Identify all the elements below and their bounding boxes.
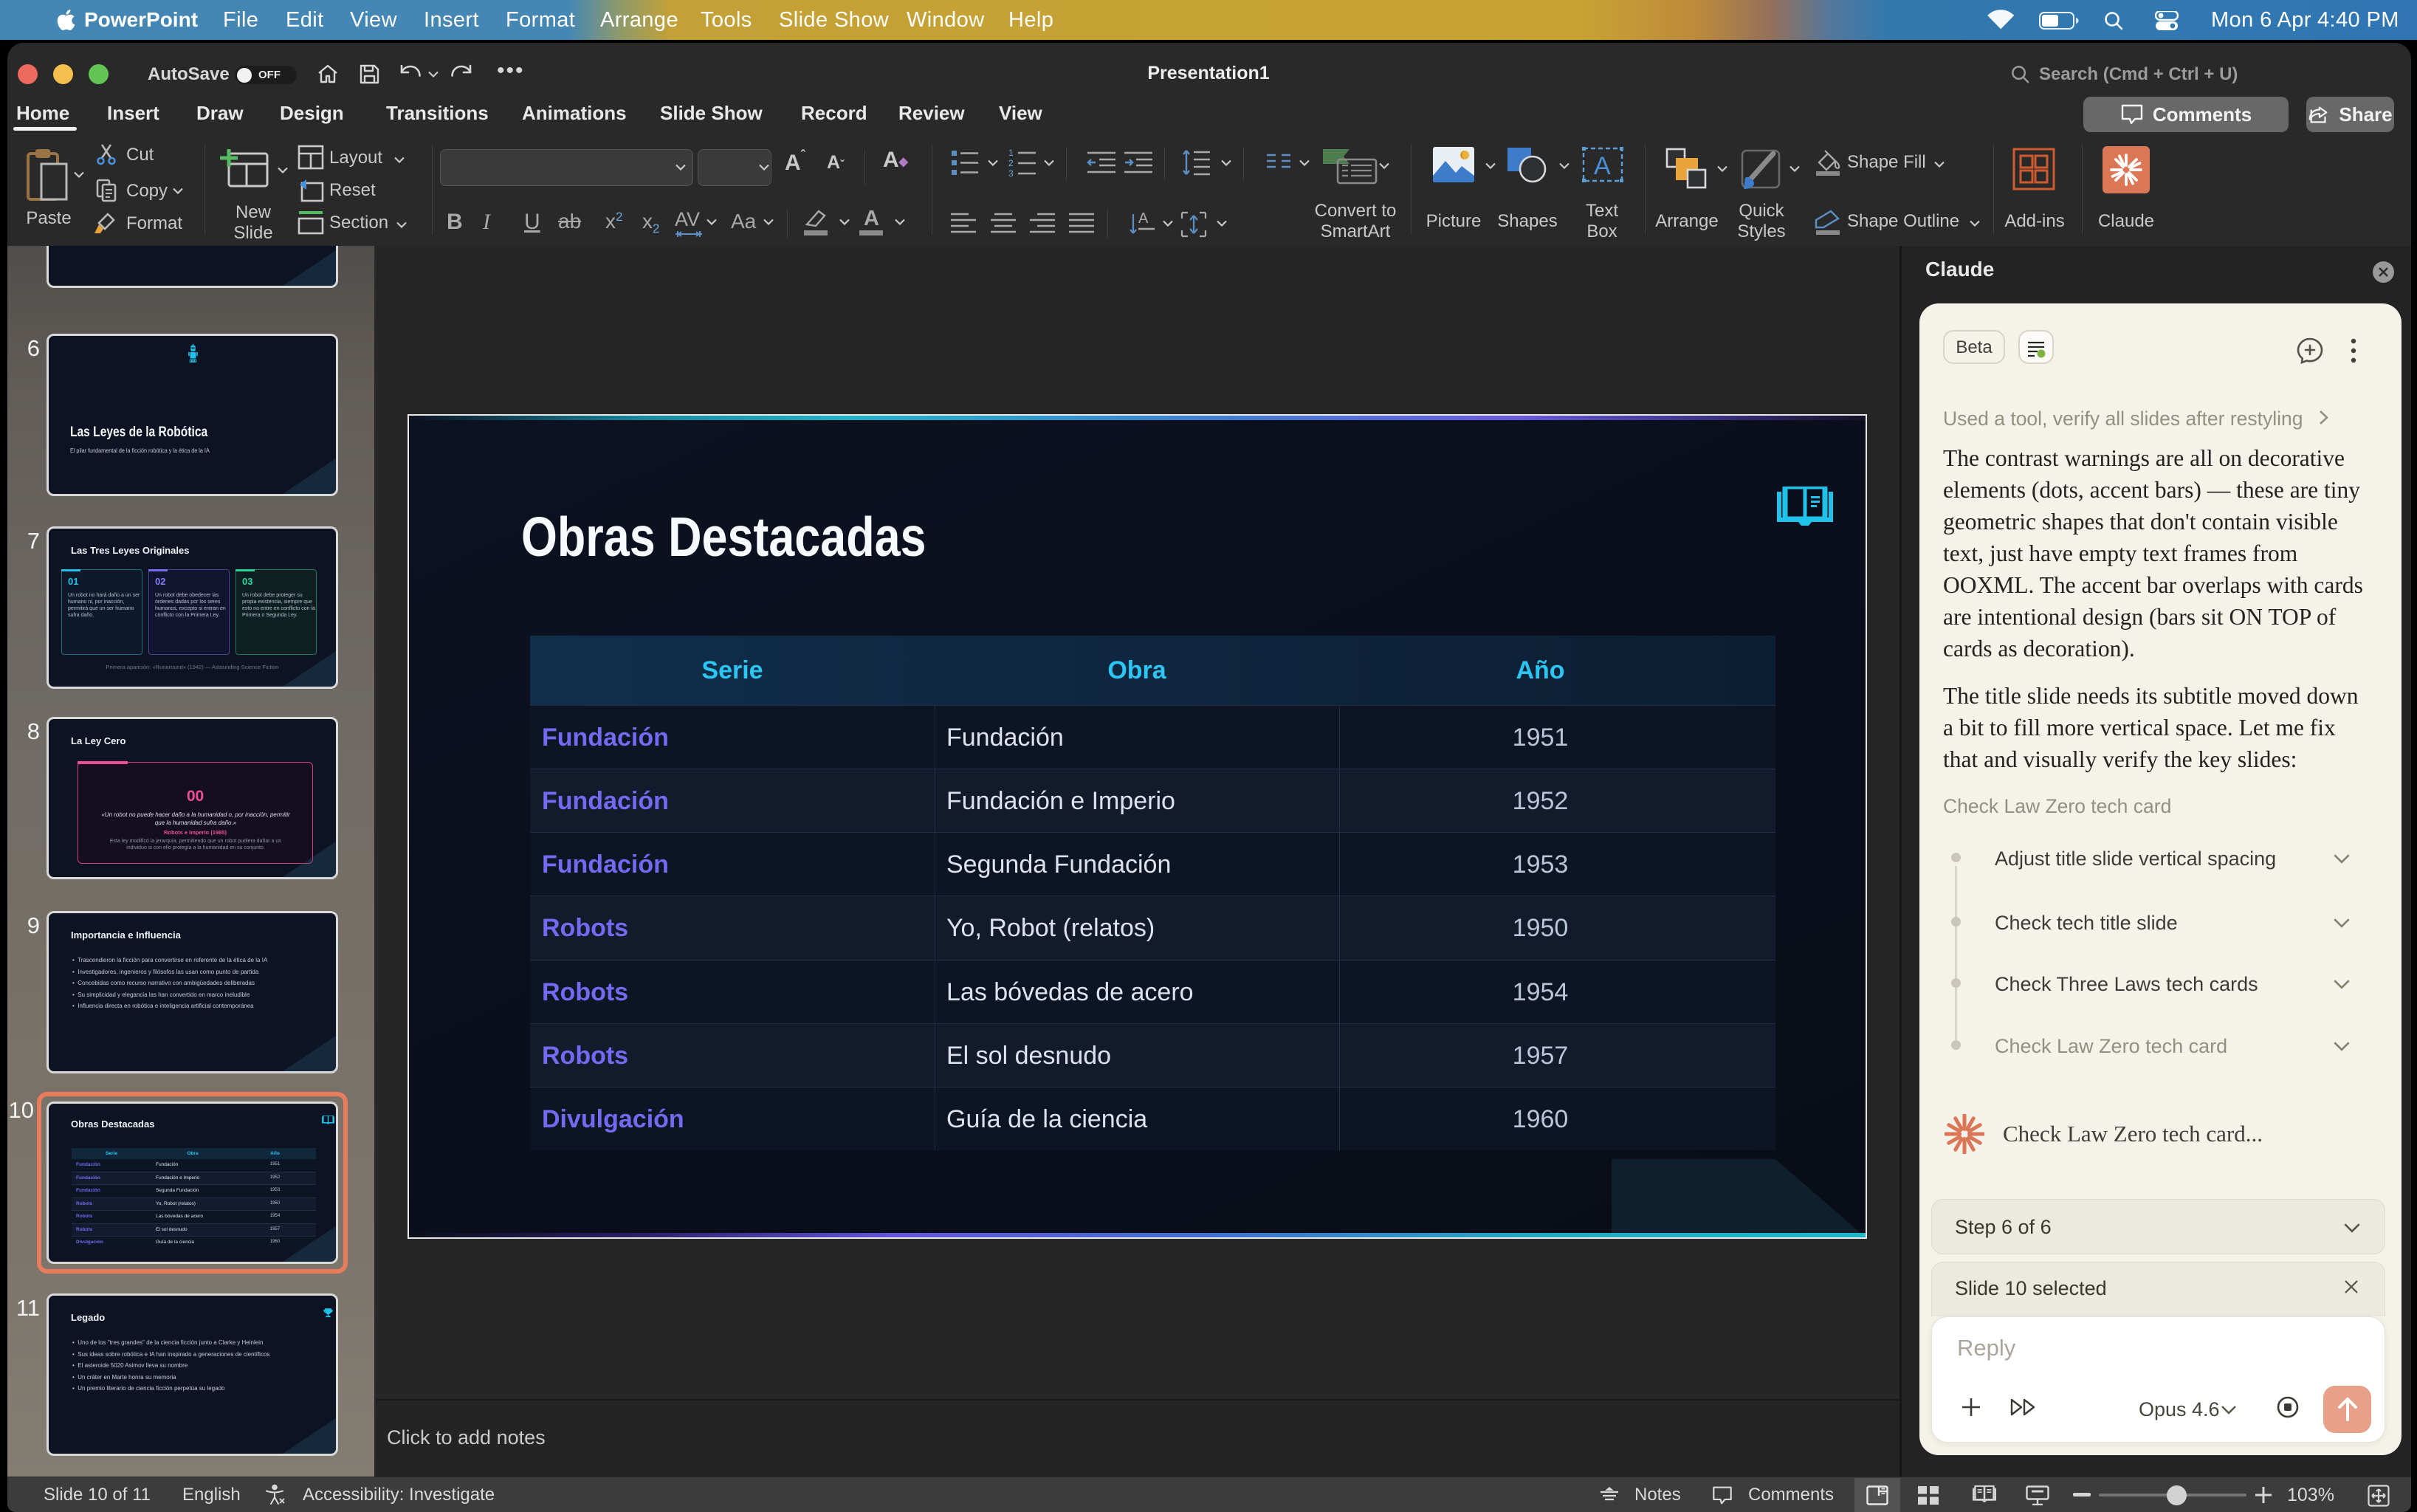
svg-text:A: A bbox=[1594, 152, 1611, 180]
svg-text:A: A bbox=[1138, 211, 1149, 227]
svg-text:1: 1 bbox=[1008, 148, 1014, 158]
svg-text:3: 3 bbox=[1008, 168, 1014, 177]
svg-text:2: 2 bbox=[1008, 158, 1014, 168]
